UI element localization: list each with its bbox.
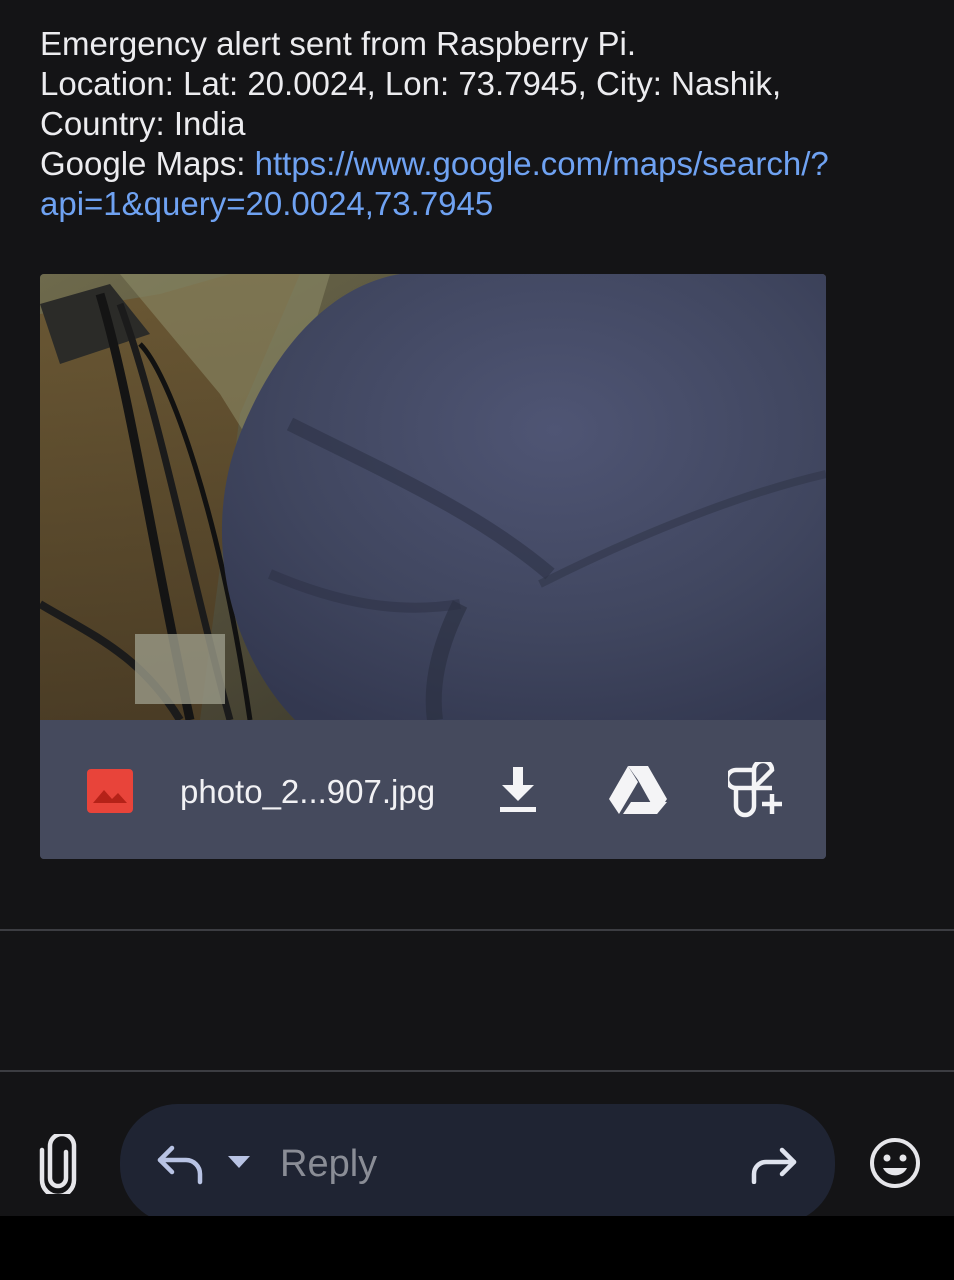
reply-compose-box[interactable]: Reply: [120, 1104, 835, 1224]
email-view: Emergency alert sent from Raspberry Pi. …: [0, 0, 954, 1280]
reply-type-dropdown[interactable]: [228, 1156, 250, 1170]
emoji-button[interactable]: [868, 1136, 922, 1190]
forward-icon: [751, 1147, 797, 1185]
preview-photo: [40, 274, 826, 720]
reply-type-button[interactable]: [156, 1142, 204, 1186]
download-button[interactable]: [488, 760, 548, 820]
attachment-file-name[interactable]: photo_2...907.jpg: [180, 772, 435, 812]
divider-top: [0, 929, 954, 931]
paperclip-icon: [39, 1131, 77, 1199]
attachment-bar: photo_2...907.jpg: [40, 720, 826, 859]
navigation-bar-area: [0, 1216, 954, 1280]
message-line-maps-cont: api=1&query=20.0024,73.7945: [40, 184, 920, 224]
reply-icon: [157, 1145, 203, 1185]
maps-label: Google Maps:: [40, 145, 255, 182]
image-file-icon: [87, 769, 133, 813]
divider-bottom: [0, 1070, 954, 1072]
attachment-preview-image[interactable]: [40, 274, 826, 720]
message-body: Emergency alert sent from Raspberry Pi. …: [40, 24, 920, 224]
add-to-photos-icon: [728, 762, 782, 818]
attach-button[interactable]: [36, 1131, 80, 1199]
emoji-icon: [870, 1138, 920, 1188]
google-drive-icon: [609, 766, 667, 814]
maps-link-part1[interactable]: https://www.google.com/maps/search/?: [255, 145, 829, 182]
photo-attachment[interactable]: photo_2...907.jpg: [40, 274, 826, 859]
message-line-maps: Google Maps: https://www.google.com/maps…: [40, 144, 920, 184]
forward-button[interactable]: [748, 1144, 800, 1185]
message-line-alert: Emergency alert sent from Raspberry Pi.: [40, 25, 637, 62]
add-to-photos-button[interactable]: [728, 760, 788, 820]
chevron-down-icon: [228, 1156, 250, 1168]
save-to-drive-button[interactable]: [608, 760, 668, 820]
maps-link-part2[interactable]: api=1&query=20.0024,73.7945: [40, 185, 493, 222]
reply-input-placeholder[interactable]: Reply: [280, 1142, 377, 1186]
message-line-location: Location: Lat: 20.0024, Lon: 73.7945, Ci…: [40, 65, 782, 102]
download-icon: [500, 767, 536, 812]
message-line-country: Country: India: [40, 105, 246, 142]
